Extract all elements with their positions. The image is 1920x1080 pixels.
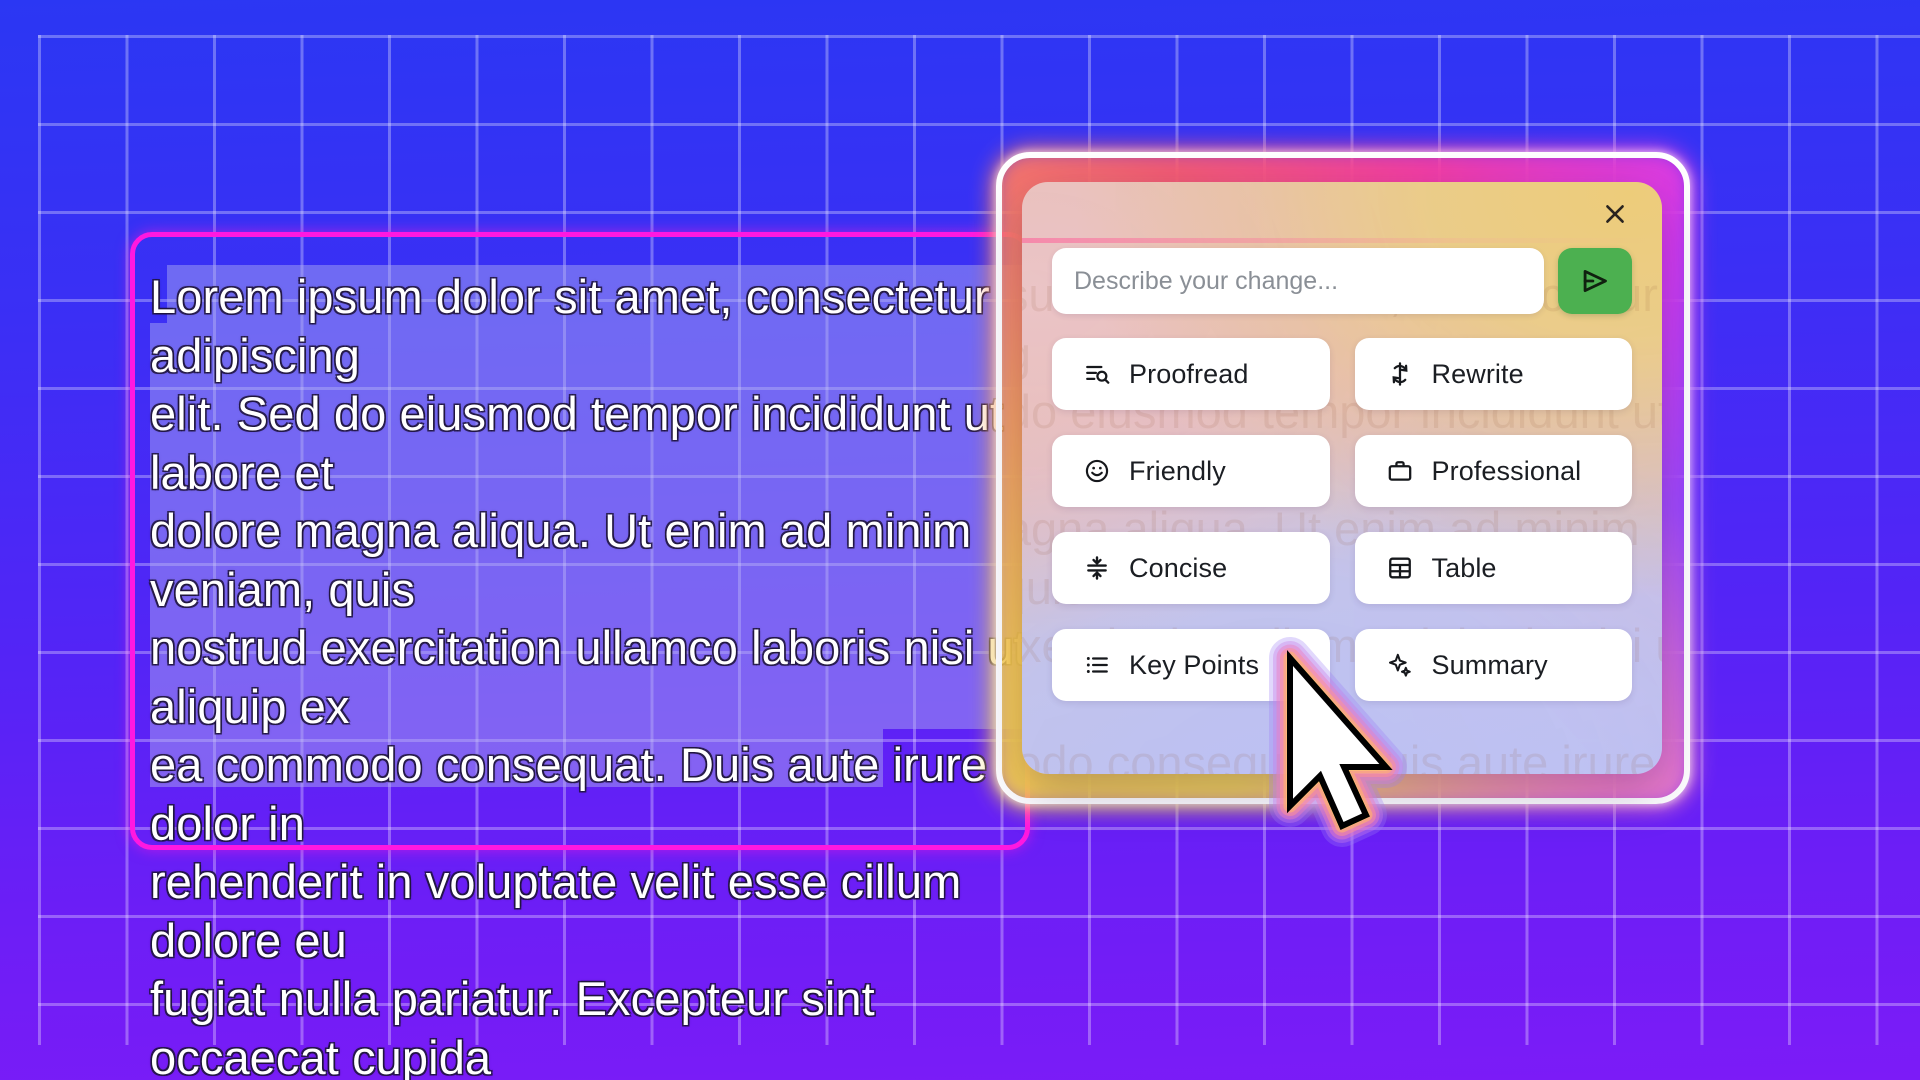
action-button-concise[interactable]: Concise (1052, 532, 1330, 604)
text-search-icon (1082, 359, 1112, 389)
bullet-list-icon (1082, 650, 1112, 680)
action-button-summary[interactable]: Summary (1354, 629, 1632, 701)
document-selection-outline (130, 232, 1030, 850)
action-label: Concise (1129, 552, 1228, 583)
action-button-professional[interactable]: Professional (1354, 435, 1632, 507)
close-icon[interactable] (1598, 197, 1632, 231)
panel-header (1052, 182, 1632, 240)
action-label: Friendly (1129, 455, 1226, 486)
send-button[interactable] (1558, 248, 1632, 314)
refresh-cycle-icon (1385, 359, 1415, 389)
prompt-input[interactable] (1052, 248, 1544, 314)
compress-vertical-icon (1082, 553, 1112, 583)
action-grid: Proofread Rewrite Friendly Professional … (1052, 338, 1632, 701)
briefcase-icon (1385, 456, 1415, 486)
action-button-table[interactable]: Table (1354, 532, 1632, 604)
smiley-face-icon (1082, 456, 1112, 486)
action-label: Summary (1431, 649, 1548, 680)
action-button-key-points[interactable]: Key Points (1052, 629, 1330, 701)
action-label: Professional (1431, 455, 1582, 486)
action-button-friendly[interactable]: Friendly (1052, 435, 1330, 507)
table-grid-icon (1385, 553, 1415, 583)
action-button-rewrite[interactable]: Rewrite (1354, 338, 1632, 410)
action-label: Key Points (1129, 649, 1260, 680)
ai-assistant-panel: Lorem ipsum dolor sit amet, consectetur … (1022, 182, 1662, 774)
prompt-row (1052, 248, 1632, 314)
action-button-proofread[interactable]: Proofread (1052, 338, 1330, 410)
screen: Lorem ipsum dolor sit amet, consectetur … (0, 0, 1920, 1080)
action-label: Rewrite (1431, 358, 1524, 389)
sparkle-icon (1385, 650, 1415, 680)
action-label: Table (1431, 552, 1497, 583)
action-label: Proofread (1129, 358, 1249, 389)
